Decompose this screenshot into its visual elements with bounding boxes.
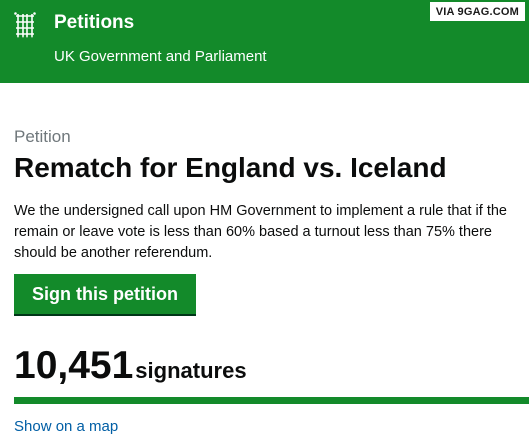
page-title: Rematch for England vs. Iceland <box>14 152 447 183</box>
signature-count: 10,451signatures <box>14 343 247 389</box>
petition-page: Petitions UK Government and Parliament V… <box>0 0 529 443</box>
petition-description: We the undersigned call upon HM Governme… <box>14 203 507 261</box>
signature-count-label: signatures <box>135 358 247 383</box>
watermark: VIA 9GAG.COM <box>429 2 525 21</box>
site-title-link[interactable]: Petitions <box>54 11 134 35</box>
petition-label: Petition <box>14 127 71 146</box>
signature-progress-bar <box>14 397 529 404</box>
show-on-map-link[interactable]: Show on a map <box>14 417 118 437</box>
signature-progress-fill <box>14 397 529 404</box>
site-header: Petitions UK Government and Parliament V… <box>0 0 529 83</box>
portcullis-icon <box>14 12 36 38</box>
signature-count-number: 10,451 <box>14 344 134 387</box>
sign-petition-button[interactable]: Sign this petition <box>14 274 196 314</box>
site-subtitle: UK Government and Parliament <box>54 48 267 65</box>
